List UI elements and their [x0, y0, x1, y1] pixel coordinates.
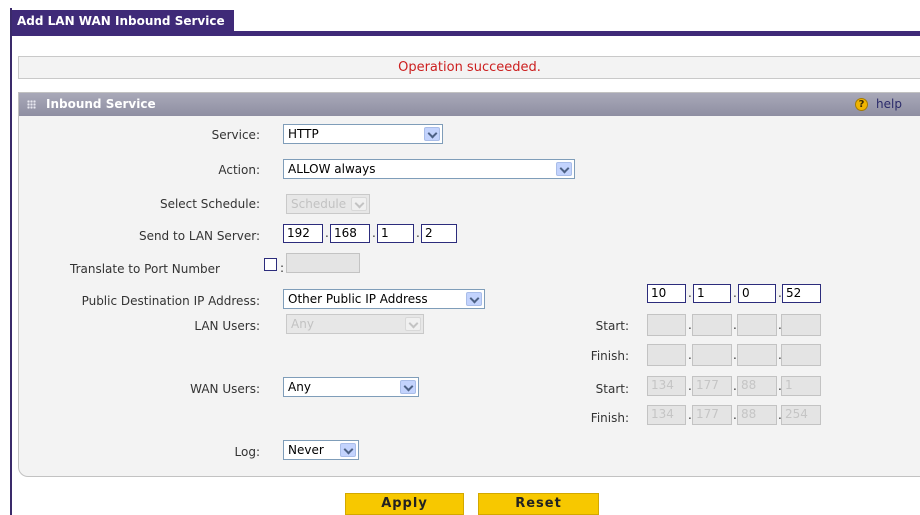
lan-server-octet-4[interactable]: 2	[421, 224, 457, 243]
title-underline	[12, 31, 920, 36]
ip-dot: .	[688, 286, 692, 300]
translate-port-checkbox[interactable]	[264, 258, 277, 271]
lan-finish-octet-1[interactable]	[647, 344, 686, 366]
lan-server-octet-3[interactable]: 1	[377, 224, 414, 243]
lan-server-label: Send to LAN Server:	[138, 229, 260, 243]
log-label: Log:	[234, 445, 260, 459]
public-dest-value: Other Public IP Address	[288, 292, 428, 306]
action-label: Action:	[218, 163, 260, 177]
public-dest-octet-3[interactable]: 0	[738, 284, 776, 303]
lan-users-label: LAN Users:	[194, 319, 260, 333]
wan-users-select[interactable]: Any	[283, 377, 419, 397]
lan-finish-octet-3[interactable]	[737, 344, 777, 366]
chevron-down-icon	[556, 162, 572, 176]
wan-start-octet-3[interactable]: 88	[737, 376, 777, 396]
service-label: Service:	[211, 128, 260, 142]
service-select[interactable]: HTTP	[283, 124, 443, 144]
ip-dot: .	[325, 226, 329, 240]
status-message: Operation succeeded.	[18, 56, 920, 79]
panel-title: Inbound Service	[46, 97, 156, 111]
chevron-down-icon	[405, 317, 421, 331]
page-title: Add LAN WAN Inbound Service	[12, 10, 234, 32]
apply-button[interactable]: Apply	[345, 493, 464, 515]
schedule-select[interactable]: Schedule 1	[286, 194, 370, 214]
translate-port-label: Translate to Port Number	[70, 262, 220, 276]
lan-start-octet-2[interactable]	[692, 314, 732, 336]
translate-port-input[interactable]	[286, 253, 360, 273]
public-dest-octet-1[interactable]: 10	[647, 284, 686, 303]
wan-finish-octet-2[interactable]: 177	[692, 405, 732, 425]
lan-start-octet-3[interactable]	[737, 314, 777, 336]
wan-users-value: Any	[288, 380, 311, 394]
ip-dot: .	[416, 226, 420, 240]
service-value: HTTP	[288, 127, 319, 141]
lan-users-value: Any	[291, 317, 314, 331]
lan-users-select[interactable]: Any	[286, 314, 424, 334]
chevron-down-icon	[400, 380, 416, 394]
ip-dot: .	[733, 286, 737, 300]
help-link[interactable]: help	[876, 93, 902, 116]
public-dest-label: Public Destination IP Address:	[81, 294, 260, 308]
wan-start-octet-1[interactable]: 134	[647, 376, 686, 396]
wan-users-finish-label: Finish:	[590, 411, 629, 425]
wan-start-octet-4[interactable]: 1	[781, 376, 821, 396]
action-select[interactable]: ALLOW always	[283, 159, 575, 179]
public-dest-octet-2[interactable]: 1	[693, 284, 731, 303]
chevron-down-icon	[466, 292, 482, 306]
schedule-value: Schedule 1	[291, 197, 358, 211]
reset-button[interactable]: Reset	[478, 493, 599, 515]
colon-text: :	[280, 261, 285, 275]
log-select[interactable]: Never	[283, 440, 359, 460]
ip-dot: .	[372, 226, 376, 240]
chevron-down-icon	[340, 443, 356, 457]
wan-finish-octet-1[interactable]: 134	[647, 405, 686, 425]
question-circle-icon[interactable]: ?	[855, 98, 868, 111]
lan-users-finish-label: Finish:	[590, 349, 629, 363]
log-value: Never	[288, 443, 324, 457]
public-dest-select[interactable]: Other Public IP Address	[283, 289, 485, 309]
wan-finish-octet-3[interactable]: 88	[737, 405, 777, 425]
lan-start-octet-1[interactable]	[647, 314, 686, 336]
wan-start-octet-2[interactable]: 177	[692, 376, 732, 396]
chevron-down-icon	[424, 127, 440, 141]
lan-finish-octet-4[interactable]	[781, 344, 821, 366]
lan-server-octet-2[interactable]: 168	[330, 224, 370, 243]
chevron-down-icon	[351, 197, 367, 211]
grid-icon	[27, 100, 36, 109]
lan-users-start-label: Start:	[595, 319, 629, 333]
schedule-label: Select Schedule:	[159, 197, 260, 211]
panel-header: Inbound Service ? help	[19, 93, 920, 116]
wan-users-label: WAN Users:	[190, 382, 260, 396]
lan-finish-octet-2[interactable]	[692, 344, 732, 366]
wan-finish-octet-4[interactable]: 254	[781, 405, 821, 425]
lan-server-octet-1[interactable]: 192	[283, 224, 323, 243]
wan-users-start-label: Start:	[595, 382, 629, 396]
left-border	[10, 8, 12, 515]
public-dest-octet-4[interactable]: 52	[782, 284, 821, 303]
lan-start-octet-4[interactable]	[781, 314, 821, 336]
action-value: ALLOW always	[288, 162, 376, 176]
